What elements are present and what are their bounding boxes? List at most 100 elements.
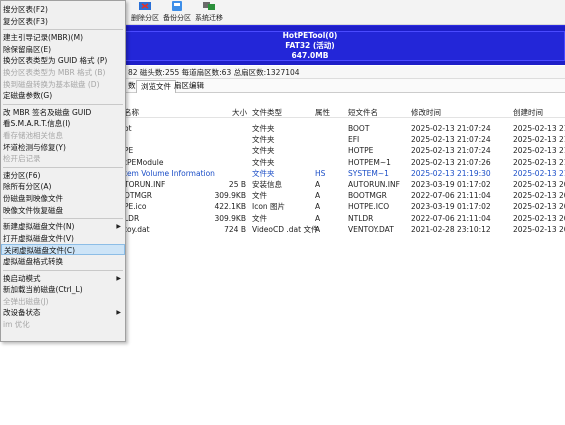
menu-item-label: 改 MBR 签名及磁盘 GUID — [3, 107, 92, 117]
menu-item[interactable]: 改设备状态 ▶ — [1, 307, 125, 318]
menu-item-label: 换分区表类型为 MBR 格式 (B) — [3, 68, 106, 77]
col-size[interactable]: 大小 — [232, 107, 247, 118]
menu-item-label: 映像文件恢复磁盘 — [3, 205, 63, 215]
menu-item[interactable]: 关闭虚拟磁盘文件(C) — [1, 244, 125, 256]
menu-item[interactable]: 定磁盘参数(G) — [1, 90, 125, 101]
cell-modified: 2025-02-13 21:07:24 — [411, 124, 491, 133]
cell-type: 文件 — [252, 191, 267, 201]
system-migrate-button[interactable]: 系统迁移 — [193, 2, 225, 23]
menu-item[interactable]: 搜分区表(F2) — [1, 4, 125, 15]
cell-name: OTMGR — [124, 191, 152, 201]
menu-item[interactable]: 看S.M.A.R.T.信息(I) — [1, 118, 125, 129]
cell-short-name: HOTPE.ICO — [348, 202, 390, 212]
menu-item-label: 坏道检测与修复(Y) — [3, 142, 66, 152]
menu-separator — [3, 166, 123, 168]
cell-type: 文件夹 — [252, 146, 275, 156]
col-type[interactable]: 文件类型 — [252, 107, 282, 118]
tab-sector-edit[interactable]: 扇区编辑 — [170, 80, 208, 93]
menu-item-label: 全弹出磁盘(J) — [3, 296, 49, 306]
disk-context-menu: 搜分区表(F2) 复分区表(F3) 建主引导记录(MBR)(M) 除保留扇区(E) 换分… — [0, 0, 126, 342]
cell-size: 724 B — [224, 224, 246, 234]
menu-item-label: 检开启记录 — [3, 154, 41, 164]
menu-item[interactable]: 新加载当前磁盘(Ctrl_L) — [1, 284, 125, 295]
cell-type: 文件夹 — [252, 168, 275, 178]
menu-item[interactable]: 建主引导记录(MBR)(M) — [1, 32, 125, 43]
menu-item[interactable]: 换分区表类型为 MBR 格式 (B) — [1, 67, 125, 78]
menu-item[interactable]: 速分区(F6) — [1, 170, 125, 181]
cell-modified: 2021-02-28 23:10:12 — [411, 224, 491, 234]
backup-partition-button[interactable]: 备份分区 — [162, 1, 192, 23]
menu-item[interactable]: 映像文件恢复磁盘 — [1, 205, 125, 216]
menu-item[interactable]: 除保留扇区(E) — [1, 44, 125, 55]
menu-item-label: 改设备状态 — [3, 308, 41, 318]
disk-info-text: 82 磁头数:255 每道扇区数:63 总扇区数:1327104 — [128, 68, 300, 77]
cell-short-name: AUTORUN.INF — [348, 180, 400, 189]
menu-item[interactable]: im 优化 — [1, 319, 125, 330]
menu-separator — [3, 269, 123, 271]
cell-modified: 2022-07-06 21:11:04 — [411, 213, 491, 223]
cell-attr: HS — [315, 168, 326, 178]
menu-item-label: 新建虚拟磁盘文件(N) — [3, 222, 75, 232]
cell-type: 文件 — [252, 213, 267, 223]
cell-size: 309.9KB — [214, 191, 246, 201]
menu-item-label: 除保留扇区(E) — [3, 44, 52, 54]
cell-short-name: VENTOY.DAT — [348, 224, 394, 234]
menu-item-label: 建主引导记录(MBR)(M) — [3, 33, 84, 43]
menu-item-label: 看存储池相关信息 — [3, 131, 63, 140]
submenu-arrow-icon: ▶ — [116, 274, 121, 282]
cell-short-name: HOTPEM~1 — [348, 157, 391, 167]
menu-item[interactable]: 改 MBR 签名及磁盘 GUID — [1, 107, 125, 118]
cell-type: VideoCD .dat 文件 — [252, 224, 319, 234]
menu-item[interactable]: 看存储池相关信息 — [1, 130, 125, 141]
cell-created: 2025-02-13 21:07:26 — [513, 157, 565, 167]
cell-name: tem Volume Information — [124, 168, 215, 178]
menu-item-label: 新加载当前磁盘(Ctrl_L) — [3, 285, 83, 295]
delete-partition-button[interactable]: 删除分区 — [130, 2, 160, 23]
cell-type: 文件夹 — [252, 157, 275, 167]
col-created[interactable]: 创建时间 — [513, 107, 543, 118]
system-migrate-label: 系统迁移 — [195, 14, 223, 22]
menu-item[interactable]: 全弹出磁盘(J) — [1, 296, 125, 307]
col-short-name[interactable]: 短文件名 — [348, 107, 378, 118]
menu-item[interactable]: 换启动模式 ▶ — [1, 273, 125, 284]
cell-modified: 2023-03-19 01:17:02 — [411, 180, 491, 189]
backup-partition-label: 备份分区 — [163, 14, 191, 22]
cell-size: 422.1KB — [214, 202, 246, 212]
cell-attr: A — [315, 224, 321, 234]
cell-created: 2025-02-13 20:4 — [513, 213, 565, 223]
cell-size: 309.9KB — [214, 213, 246, 223]
menu-separator — [3, 218, 123, 220]
delete-partition-label: 删除分区 — [131, 14, 159, 22]
menu-item-label: 复分区表(F3) — [3, 16, 48, 26]
menu-item[interactable]: 份磁盘到映像文件 — [1, 193, 125, 204]
col-name[interactable]: 名称 — [124, 107, 139, 118]
menu-item[interactable]: 检开启记录 — [1, 153, 125, 164]
menu-item[interactable]: 换到磁盘转换为基本磁盘 (D) — [1, 79, 125, 90]
cell-created: 2025-02-13 20:4 — [513, 191, 565, 201]
cell-created: 2025-02-13 21:07:24 — [513, 146, 565, 156]
menu-item[interactable]: 虚拟磁盘格式转换 — [1, 256, 125, 267]
cell-attr: A — [315, 180, 321, 189]
menu-item[interactable]: 新建虚拟磁盘文件(N) ▶ — [1, 221, 125, 232]
menu-separator — [3, 103, 123, 105]
menu-item[interactable]: 换分区表类型为 GUID 格式 (P) — [1, 55, 125, 66]
col-modified[interactable]: 修改时间 — [411, 107, 441, 118]
menu-item[interactable]: 除所有分区(A) — [1, 181, 125, 192]
menu-item-label: 换启动模式 — [3, 273, 41, 283]
cell-short-name: EFI — [348, 135, 360, 145]
menu-item-label: 份磁盘到映像文件 — [3, 194, 63, 203]
menu-item[interactable]: 复分区表(F3) — [1, 16, 125, 27]
system-migrate-icon — [202, 0, 216, 12]
cell-modified: 2022-07-06 21:11:04 — [411, 191, 491, 201]
cell-modified: 2023-03-19 01:17:02 — [411, 202, 491, 212]
cell-attr: A — [315, 202, 321, 212]
menu-item[interactable]: 坏道检测与修复(Y) — [1, 142, 125, 153]
col-attr[interactable]: 属性 — [315, 107, 330, 118]
partition-block[interactable]: HotPETool(0) FAT32 (活动) 647.0MB — [55, 31, 565, 61]
cell-type: 文件夹 — [252, 135, 275, 145]
menu-item-label: 除所有分区(A) — [3, 182, 52, 192]
cell-created: 2025-02-13 21:07:24 — [513, 124, 565, 133]
cell-type: 文件夹 — [252, 124, 275, 133]
menu-item[interactable]: 打开虚拟磁盘文件(V) — [1, 233, 125, 244]
menu-item-label: 搜分区表(F2) — [3, 5, 48, 14]
